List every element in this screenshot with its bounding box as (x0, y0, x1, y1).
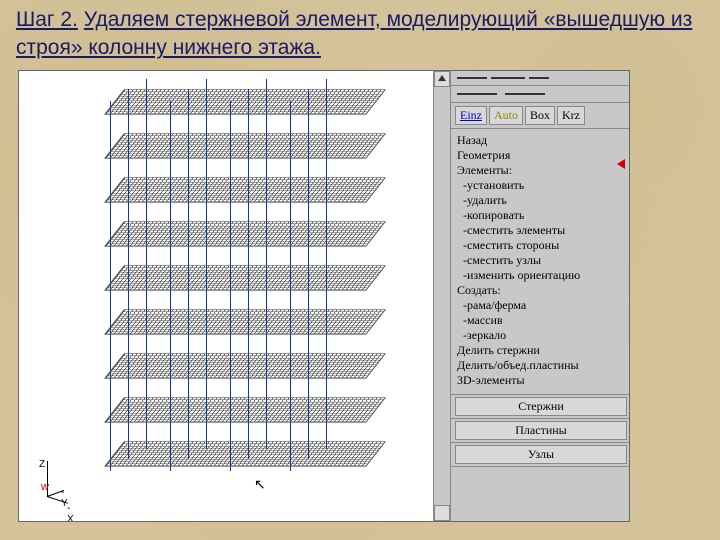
menu-back[interactable]: Назад (457, 133, 623, 148)
column (308, 89, 309, 459)
menu-change-orientation[interactable]: -изменить ориентацию (457, 268, 623, 283)
menu-delete[interactable]: -удалить (457, 193, 623, 208)
menu-divide-rods[interactable]: Делить стержни (457, 343, 623, 358)
column (206, 79, 207, 449)
scroll-up-icon[interactable] (438, 75, 446, 81)
rods-tab[interactable]: Стержни (455, 397, 627, 416)
toolbar-strip-2 (451, 86, 629, 103)
column (146, 79, 147, 449)
column (188, 89, 189, 459)
axis-z-label: Z (39, 459, 45, 470)
menu-frame[interactable]: -рама/ферма (457, 298, 623, 313)
app-window: Z w -Y -X ↖ Einz Auto Box Krz Назад Геом… (18, 70, 630, 522)
column (290, 101, 291, 471)
model-viewport[interactable]: Z w -Y -X ↖ (19, 71, 433, 521)
menu-array[interactable]: -массив (457, 313, 623, 328)
column (170, 101, 171, 471)
nodes-tab[interactable]: Узлы (455, 445, 627, 464)
menu-create[interactable]: Создать: (457, 283, 623, 298)
slide-title: Шаг 2. Удаляем стержневой элемент, модел… (16, 6, 700, 63)
box-button[interactable]: Box (525, 106, 555, 125)
step-description: Удаляем стержневой элемент, моделирующий… (16, 8, 692, 59)
krz-button[interactable]: Krz (557, 106, 585, 125)
menu-set[interactable]: -установить (457, 178, 623, 193)
menu-3d-elements[interactable]: 3D-элементы (457, 373, 623, 388)
menu-copy[interactable]: -копировать (457, 208, 623, 223)
step-label: Шаг 2. (16, 8, 78, 31)
column (248, 89, 249, 459)
toolbar-strip-1 (451, 71, 629, 86)
scroll-down-icon[interactable] (438, 511, 446, 517)
menu-mirror[interactable]: -зеркало (457, 328, 623, 343)
column (266, 79, 267, 449)
axis-w-label: w (41, 481, 49, 493)
menu-elements[interactable]: Элементы: (457, 163, 623, 178)
active-marker-icon (617, 159, 625, 169)
selection-mode-row: Einz Auto Box Krz (451, 103, 629, 129)
menu-geometry[interactable]: Геометрия (457, 148, 623, 163)
menu-move-sides[interactable]: -сместить стороны (457, 238, 623, 253)
columns (74, 79, 374, 499)
menu-move-elements[interactable]: -сместить элементы (457, 223, 623, 238)
plates-tab[interactable]: Пластины (455, 421, 627, 440)
auto-button[interactable]: Auto (489, 106, 523, 125)
menu-divide-plates[interactable]: Делить/объед.пластины (457, 358, 623, 373)
column (230, 101, 231, 471)
command-list: Назад Геометрия Элементы: -установить -у… (451, 129, 629, 395)
cursor-icon: ↖ (254, 476, 266, 493)
axis-x-label: -X (67, 503, 74, 521)
column (326, 79, 327, 449)
column (128, 89, 129, 459)
menu-move-nodes[interactable]: -сместить узлы (457, 253, 623, 268)
column (110, 101, 111, 471)
building-model (74, 79, 374, 499)
side-panel: Einz Auto Box Krz Назад Геометрия Элемен… (450, 71, 629, 521)
einz-button[interactable]: Einz (455, 106, 487, 125)
vertical-scrollbar[interactable] (433, 71, 450, 521)
